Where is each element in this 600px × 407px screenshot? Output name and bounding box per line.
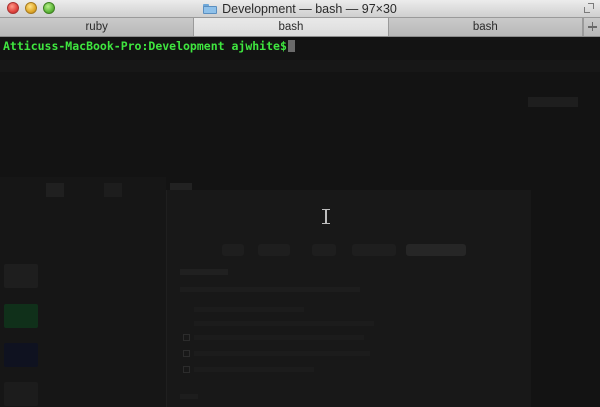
new-tab-icon[interactable]: [587, 22, 597, 31]
ghost-checkbox: [183, 350, 190, 357]
window-title-wrap: Development — bash — 97×30: [0, 0, 600, 17]
ghost-tab: [258, 244, 290, 256]
ghost-toolbar-button: [104, 183, 122, 197]
ghost-line: [194, 351, 370, 356]
tab-label: ruby: [85, 21, 108, 33]
ghost-thumbnail: [4, 343, 38, 367]
ghost-line: [194, 321, 374, 326]
ghost-line: [194, 307, 304, 312]
tab-bar: ruby bash bash: [0, 18, 600, 37]
tab-label: bash: [472, 21, 498, 33]
tab-ruby[interactable]: ruby: [0, 18, 195, 36]
ghost-tab: [222, 244, 244, 256]
window-title: Development — bash — 97×30: [222, 1, 397, 16]
terminal-cursor: [287, 40, 295, 52]
ghost-content-panel: [166, 190, 531, 407]
ghost-tab-selected: [406, 244, 466, 256]
ghost-line: [180, 394, 198, 399]
fullscreen-icon[interactable]: [584, 3, 594, 13]
ghost-line: [194, 367, 314, 372]
folder-icon: [203, 3, 218, 14]
ghost-line: [194, 335, 364, 340]
background-window-ghost: [0, 37, 600, 407]
ghost-tab: [312, 244, 336, 256]
tab-bash-active[interactable]: bash: [194, 18, 389, 36]
ghost-thumbnail: [4, 382, 38, 406]
ghost-heading: [180, 269, 228, 275]
terminal-content[interactable]: Atticuss-MacBook-Pro:Development ajwhite…: [0, 37, 600, 407]
ghost-line: [180, 287, 360, 292]
ghost-checkbox: [183, 366, 190, 373]
new-tab-button[interactable]: [582, 18, 600, 36]
ghost-control: [528, 97, 578, 107]
tab-bash[interactable]: bash: [389, 18, 583, 36]
ghost-tab: [352, 244, 396, 256]
text-cursor-icon: [322, 209, 330, 224]
prompt-text: Atticuss-MacBook-Pro:Development ajwhite…: [3, 39, 287, 53]
ghost-toolbar-button: [46, 183, 64, 197]
ghost-thumbnail: [4, 304, 38, 328]
ghost-toolbar: [0, 60, 600, 72]
terminal-window: Development — bash — 97×30 ruby bash bas…: [0, 0, 600, 407]
tab-label: bash: [278, 21, 304, 33]
ghost-checkbox: [183, 334, 190, 341]
ghost-sidebar: [0, 177, 166, 407]
ghost-thumbnail: [4, 264, 38, 288]
title-bar[interactable]: Development — bash — 97×30: [0, 0, 600, 18]
shell-prompt: Atticuss-MacBook-Pro:Development ajwhite…: [3, 39, 295, 53]
